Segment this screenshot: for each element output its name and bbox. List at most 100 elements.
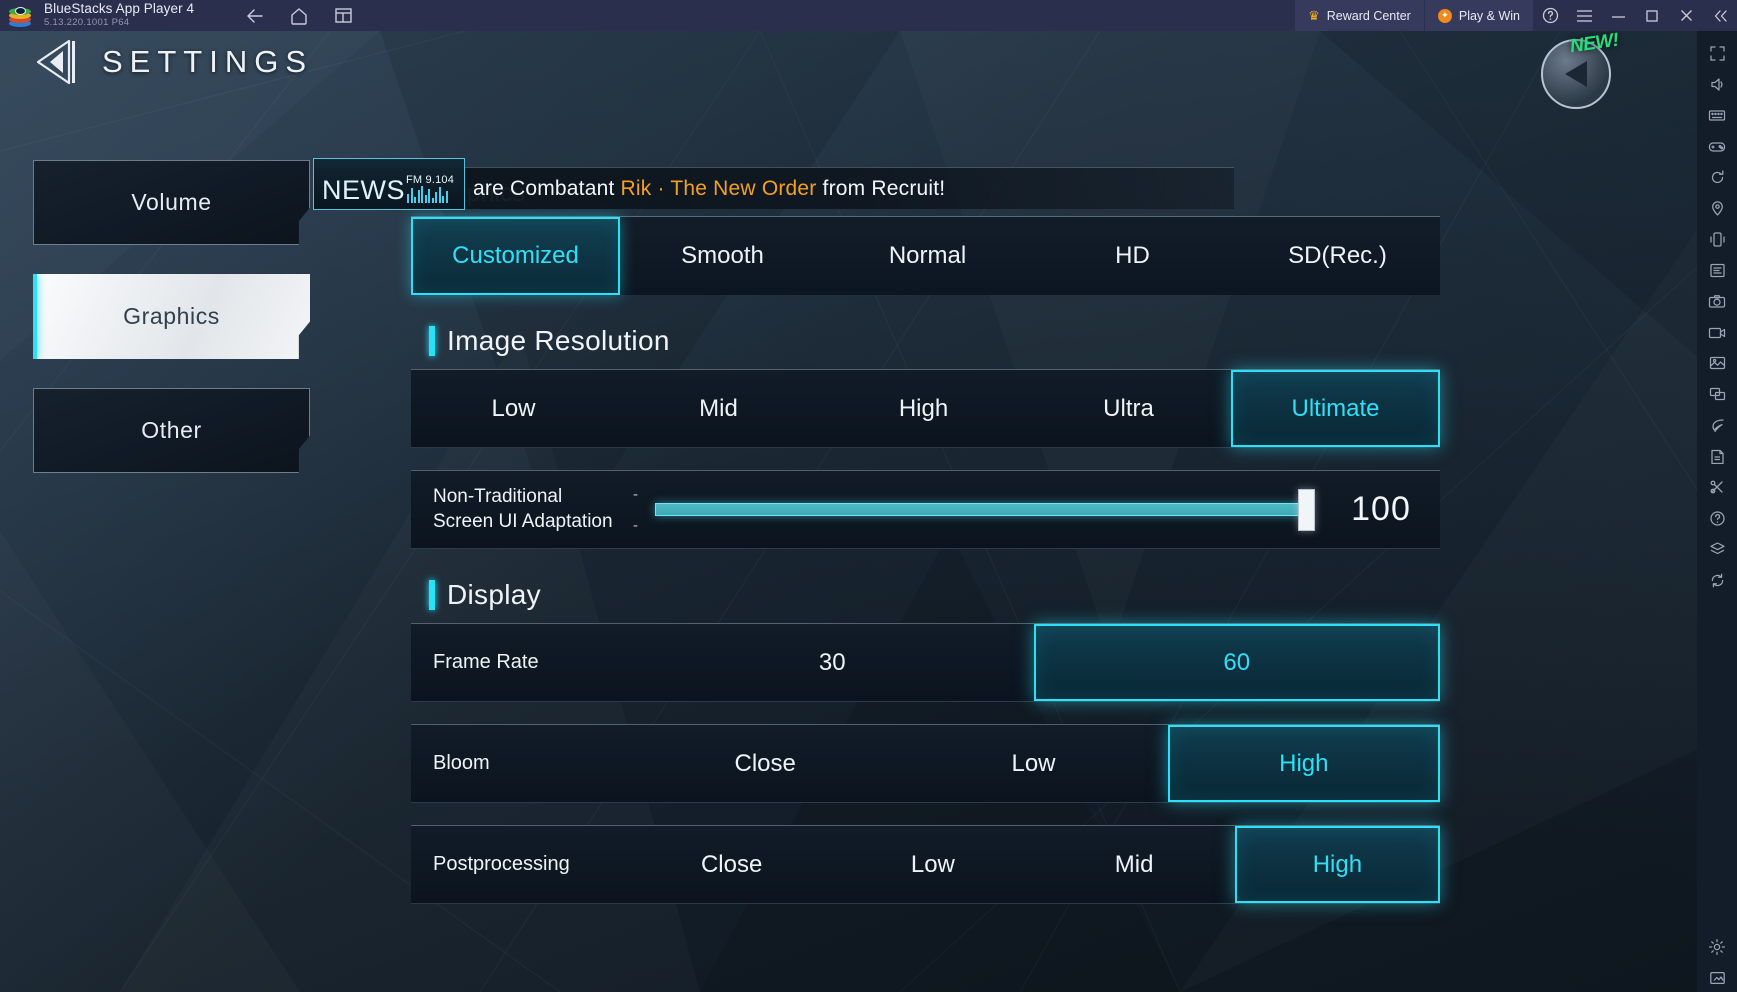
news-badge: NEWS FM 9.104 bbox=[313, 158, 465, 210]
location-icon[interactable] bbox=[1702, 194, 1732, 222]
keyboard-icon[interactable] bbox=[1702, 101, 1732, 129]
bloom-option-close[interactable]: Close bbox=[631, 725, 899, 802]
section-heading-image-resolution: Image Resolution bbox=[429, 325, 1440, 357]
postprocessing-option-mid[interactable]: Mid bbox=[1034, 826, 1235, 903]
graphics-panel: Graphics Customized Smooth Normal HD SD(… bbox=[411, 179, 1440, 926]
settings-sidebar: Volume Graphics Other bbox=[33, 160, 310, 502]
section-heading-label: Display bbox=[447, 579, 541, 610]
postprocessing-row: Postprocessing Close Low Mid High bbox=[411, 825, 1440, 904]
app-name: BlueStacks App Player 4 bbox=[44, 1, 195, 17]
trim-icon[interactable] bbox=[1702, 473, 1732, 501]
news-fm-label: FM 9.104 bbox=[406, 174, 455, 186]
slider-track[interactable] bbox=[655, 488, 1315, 531]
slider-dash-top: - bbox=[633, 485, 638, 503]
macro-icon[interactable] bbox=[1702, 256, 1732, 284]
maximize-button[interactable] bbox=[1635, 0, 1669, 31]
image-resolution-row: Low Mid High Ultra Ultimate bbox=[411, 369, 1440, 448]
section-accent-bar bbox=[429, 326, 435, 356]
preset-smooth[interactable]: Smooth bbox=[620, 217, 825, 295]
news-text-highlight: Rik · The New Order bbox=[620, 176, 817, 200]
play-and-win-label: Play & Win bbox=[1458, 8, 1520, 23]
avatar[interactable]: NEW! bbox=[1541, 31, 1620, 109]
bluestacks-logo-icon bbox=[8, 5, 34, 27]
last-icon[interactable] bbox=[1702, 964, 1732, 992]
resolution-option-ultra[interactable]: Ultra bbox=[1026, 370, 1231, 447]
preset-hd[interactable]: HD bbox=[1030, 217, 1235, 295]
gamepad-icon[interactable] bbox=[1702, 132, 1732, 160]
media-manager-icon[interactable] bbox=[1702, 349, 1732, 377]
slider-track-area[interactable] bbox=[655, 488, 1322, 531]
play-and-win-button[interactable]: ✦ Play & Win bbox=[1423, 0, 1533, 31]
news-badge-word: NEWS bbox=[322, 175, 405, 206]
frame-rate-option-30[interactable]: 30 bbox=[631, 624, 1034, 701]
postprocessing-option-high[interactable]: High bbox=[1234, 826, 1440, 903]
help-circle-icon[interactable] bbox=[1702, 504, 1732, 532]
sidebar-item-volume[interactable]: Volume bbox=[33, 160, 310, 245]
crown-icon: ♛ bbox=[1308, 8, 1320, 23]
bluestacks-titlebar: BlueStacks App Player 4 5.13.220.1001 P6… bbox=[0, 0, 1737, 31]
bloom-label: Bloom bbox=[433, 752, 490, 774]
ui-adaptation-label-line2: Screen UI Adaptation bbox=[433, 510, 613, 532]
reward-center-button[interactable]: ♛ Reward Center bbox=[1295, 0, 1424, 31]
quality-preset-row: Customized Smooth Normal HD SD(Rec.) bbox=[411, 216, 1440, 295]
game-stage: SETTINGS NEW! Volume Graphics Other Cust… bbox=[0, 31, 1737, 992]
ui-adaptation-label-line1: Non-Traditional bbox=[433, 485, 563, 507]
multi-instance-sync-icon[interactable] bbox=[1702, 380, 1732, 408]
screen-record-icon[interactable] bbox=[1702, 318, 1732, 346]
slider-value: 100 bbox=[1351, 490, 1411, 528]
resolution-option-high[interactable]: High bbox=[821, 370, 1026, 447]
back-arrow-icon[interactable] bbox=[28, 36, 80, 88]
section-accent-bar bbox=[429, 580, 435, 610]
resolution-option-low[interactable]: Low bbox=[411, 370, 616, 447]
settings-gear-icon[interactable] bbox=[1702, 933, 1732, 961]
preset-customized[interactable]: Customized bbox=[411, 217, 620, 295]
home-icon[interactable] bbox=[288, 5, 310, 27]
sidebar-item-other[interactable]: Other bbox=[33, 388, 310, 473]
bloom-row: Bloom Close Low High bbox=[411, 724, 1440, 803]
back-icon[interactable] bbox=[244, 5, 266, 27]
multi-instance-icon[interactable] bbox=[332, 5, 354, 27]
screenshot-icon[interactable] bbox=[1702, 287, 1732, 315]
layers-icon[interactable] bbox=[1702, 535, 1732, 563]
avatar-glyph-icon bbox=[1565, 61, 1587, 87]
settings-header: SETTINGS bbox=[28, 36, 313, 88]
new-badge: NEW! bbox=[1569, 31, 1621, 58]
resolution-option-mid[interactable]: Mid bbox=[616, 370, 821, 447]
menu-icon[interactable] bbox=[1567, 0, 1601, 31]
bloom-option-low[interactable]: Low bbox=[899, 725, 1167, 802]
slider-handle[interactable] bbox=[1298, 488, 1315, 531]
selected-accent-bar bbox=[33, 274, 37, 359]
bloom-option-high[interactable]: High bbox=[1167, 725, 1440, 802]
resolution-option-ultimate[interactable]: Ultimate bbox=[1231, 370, 1440, 447]
shake-icon[interactable] bbox=[1702, 225, 1732, 253]
page-title: SETTINGS bbox=[102, 44, 314, 79]
sidebar-item-label: Graphics bbox=[123, 303, 220, 329]
frame-rate-option-60[interactable]: 60 bbox=[1033, 624, 1440, 701]
preset-sd[interactable]: SD(Rec.) bbox=[1235, 217, 1440, 295]
section-heading-display: Display bbox=[429, 579, 1440, 611]
app-version: 5.13.220.1001 P64 bbox=[44, 17, 130, 29]
section-heading-label: Image Resolution bbox=[447, 325, 670, 356]
fullscreen-icon[interactable] bbox=[1702, 39, 1732, 67]
news-ticker-text: are Combatant Rik · The New Order from R… bbox=[473, 177, 945, 201]
eco-mode-icon[interactable] bbox=[1702, 411, 1732, 439]
rotate-icon[interactable] bbox=[1702, 163, 1732, 191]
news-ticker[interactable]: NEWS FM 9.104 are Combatant Rik · The Ne… bbox=[313, 158, 1234, 210]
refresh-icon[interactable] bbox=[1702, 566, 1732, 594]
sidebar-item-label: Other bbox=[141, 417, 202, 443]
collapse-sidebar-button[interactable] bbox=[1703, 0, 1737, 31]
sidebar-item-graphics[interactable]: Graphics bbox=[33, 274, 310, 359]
preset-normal[interactable]: Normal bbox=[825, 217, 1030, 295]
postprocessing-label: Postprocessing bbox=[433, 853, 570, 875]
play-win-icon: ✦ bbox=[1437, 8, 1452, 23]
help-icon[interactable] bbox=[1533, 0, 1567, 31]
script-icon[interactable] bbox=[1702, 442, 1732, 470]
postprocessing-option-close[interactable]: Close bbox=[631, 826, 832, 903]
ui-adaptation-label: Non-Traditional Screen UI Adaptation bbox=[411, 485, 633, 534]
minimize-button[interactable] bbox=[1601, 0, 1635, 31]
volume-icon[interactable] bbox=[1702, 70, 1732, 98]
news-badge-fm: FM 9.104 bbox=[406, 175, 454, 203]
postprocessing-option-low[interactable]: Low bbox=[832, 826, 1033, 903]
sidebar-item-label: Volume bbox=[131, 189, 212, 215]
close-button[interactable] bbox=[1669, 0, 1703, 31]
